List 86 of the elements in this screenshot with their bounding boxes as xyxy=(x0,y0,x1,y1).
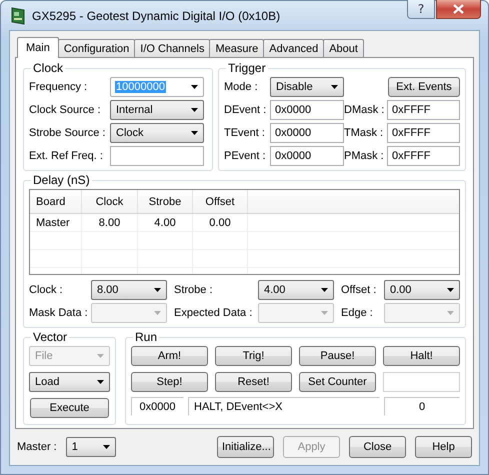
tab[interactable]: Advanced xyxy=(263,39,324,57)
help-button[interactable]: ? xyxy=(407,0,435,19)
execute-button[interactable]: Execute xyxy=(30,398,109,418)
caret-icon xyxy=(447,311,454,315)
caret-icon xyxy=(97,354,104,358)
field-label: Master : xyxy=(17,441,57,453)
run-button[interactable]: Trig! xyxy=(215,346,292,366)
column-header[interactable]: Board xyxy=(30,190,82,213)
group-title: Delay (nS) xyxy=(32,173,91,187)
field-label: PEvent : xyxy=(224,150,267,162)
field-label: Frequency : xyxy=(29,81,88,93)
dropdown[interactable]: Internal xyxy=(110,100,204,120)
group-title: Trigger xyxy=(227,61,267,75)
input-field[interactable]: 0xFFFF xyxy=(387,146,460,166)
field-label: TMask : xyxy=(344,127,384,139)
dropdown[interactable]: Clock xyxy=(110,123,204,143)
table-cell: Master xyxy=(30,214,82,231)
run-button[interactable]: Set Counter xyxy=(299,372,376,392)
input-field[interactable] xyxy=(110,146,204,166)
run-button[interactable]: Halt! xyxy=(383,346,460,366)
input-field[interactable]: 0x0000 xyxy=(270,123,344,143)
circuit-board-icon xyxy=(10,6,26,24)
input-field[interactable] xyxy=(383,372,460,392)
input-field[interactable]: 0x0000 xyxy=(270,100,344,120)
field-label: Edge : xyxy=(340,307,374,319)
dropdown[interactable]: Load xyxy=(29,372,110,392)
field-label: Ext. Ref Freq. : xyxy=(29,150,104,162)
caret-icon xyxy=(102,445,110,449)
close-button[interactable] xyxy=(436,0,481,19)
caret-icon xyxy=(321,288,328,292)
group-title: Run xyxy=(134,330,158,344)
field-label: Strobe Source : xyxy=(29,127,106,139)
field-label: DEvent : xyxy=(224,104,268,116)
dialog-button[interactable]: Close xyxy=(349,436,406,458)
caret-icon xyxy=(154,311,161,315)
caret-icon xyxy=(331,85,338,89)
field-label: Clock : xyxy=(29,284,64,296)
caret-icon xyxy=(191,108,198,112)
ext-events-button[interactable]: Ext. Events xyxy=(388,77,460,97)
caret-icon xyxy=(191,85,198,89)
table-cell: 4.00 xyxy=(138,214,193,231)
caret-icon xyxy=(97,380,104,384)
tab[interactable]: I/O Channels xyxy=(134,39,210,57)
field-label: Strobe : xyxy=(173,284,214,296)
caret-icon xyxy=(321,311,328,315)
dialog-button[interactable]: Initialize... xyxy=(217,436,274,458)
field-label: PMask : xyxy=(344,150,385,162)
dropdown[interactable]: Disable xyxy=(270,77,344,97)
field-label: Mask Data : xyxy=(29,307,89,319)
close-icon xyxy=(453,4,464,14)
count-readout: 0 xyxy=(384,397,460,416)
dialog-button[interactable]: Help xyxy=(415,436,472,458)
window-title: GX5295 - Geotest Dynamic Digital I/O (0x10B) xyxy=(32,8,280,22)
input-field[interactable]: 0x0000 xyxy=(270,146,344,166)
dropdown[interactable]: 0.00 xyxy=(384,280,460,300)
caret-icon xyxy=(447,288,454,292)
run-button[interactable]: Arm! xyxy=(131,346,208,366)
group-title: Clock xyxy=(32,61,64,75)
field-label: Clock Source : xyxy=(29,104,102,116)
dropdown[interactable]: 1 xyxy=(66,437,116,457)
input-field[interactable]: 0xFFFF xyxy=(387,100,460,120)
column-header[interactable]: Strobe xyxy=(138,190,193,213)
field-label: Offset : xyxy=(340,284,378,296)
field-label: TEvent : xyxy=(224,127,266,139)
table-cell: 8.00 xyxy=(82,214,138,231)
tab[interactable]: About xyxy=(323,39,364,57)
run-button[interactable]: Step! xyxy=(131,372,208,392)
run-button[interactable]: Pause! xyxy=(299,346,376,366)
field-label: DMask : xyxy=(344,104,386,116)
column-header[interactable]: Offset xyxy=(193,190,248,213)
caret-icon xyxy=(191,131,198,135)
field-label: Mode : xyxy=(224,81,259,93)
table-cell: 0.00 xyxy=(193,214,248,231)
dropdown[interactable]: 4.00 xyxy=(258,280,334,300)
group-title: Vector xyxy=(32,330,68,344)
tab[interactable]: Main xyxy=(17,37,59,58)
caret-icon xyxy=(154,288,161,292)
tab[interactable]: Configuration xyxy=(58,39,136,57)
column-header[interactable]: Clock xyxy=(82,190,138,213)
input-field[interactable]: 0xFFFF xyxy=(387,123,460,143)
status-message: HALT, DEvent<>X xyxy=(188,397,380,416)
dropdown[interactable]: 8.00 xyxy=(91,280,167,300)
field-label: Expected Data : xyxy=(173,307,254,319)
run-button[interactable]: Reset! xyxy=(215,372,292,392)
address-readout: 0x0000 xyxy=(131,397,184,416)
tab[interactable]: Measure xyxy=(209,39,264,57)
